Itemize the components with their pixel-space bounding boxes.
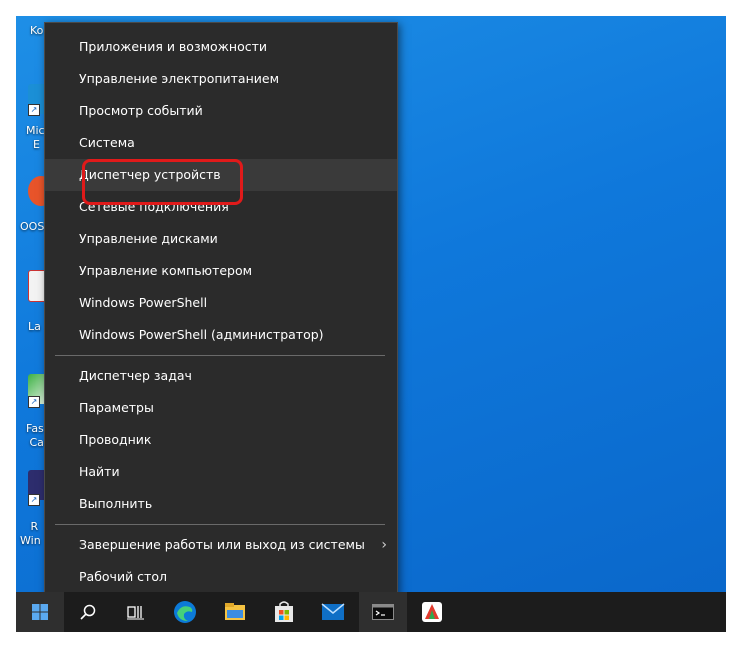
mail-button[interactable] [309,592,357,632]
menu-item-apps-features[interactable]: Приложения и возможности [45,31,397,63]
start-button[interactable] [16,592,64,632]
desktop-icon-label: OOS [20,220,45,233]
menu-item-system[interactable]: Система [45,127,397,159]
menu-item-event-viewer[interactable]: Просмотр событий [45,95,397,127]
search-icon [80,604,96,620]
winx-context-menu: Приложения и возможности Управление элек… [44,22,398,602]
edge-icon [174,601,196,623]
menu-item-search[interactable]: Найти [45,456,397,488]
task-view-icon [127,606,144,620]
terminal-button[interactable] [359,592,407,632]
menu-item-task-manager[interactable]: Диспетчер задач [45,360,397,392]
search-button[interactable] [64,592,112,632]
menu-item-file-explorer[interactable]: Проводник [45,424,397,456]
menu-item-desktop[interactable]: Рабочий стол [45,561,397,593]
desktop-icon-label: La [28,320,41,333]
store-icon [275,601,293,622]
menu-item-settings[interactable]: Параметры [45,392,397,424]
task-view-button[interactable] [112,592,160,632]
start-icon [32,604,48,620]
shortcut-arrow-icon: ↗ [28,396,40,408]
desktop: Ko ↗ Mic E OOS La ↗ Fas Ca ↗ R Win Прилож… [16,16,726,632]
menu-item-device-manager[interactable]: Диспетчер устройств [45,159,397,191]
file-explorer-icon [225,603,245,620]
app-taskbar-button[interactable] [408,592,456,632]
taskbar [16,592,726,632]
shortcut-arrow-icon: ↗ [28,104,40,116]
menu-item-powershell[interactable]: Windows PowerShell [45,287,397,319]
terminal-icon [372,604,394,620]
menu-item-computer-management[interactable]: Управление компьютером [45,255,397,287]
edge-taskbar-button[interactable] [161,592,209,632]
menu-separator [55,524,385,525]
store-button[interactable] [260,592,308,632]
file-explorer-button[interactable] [211,592,259,632]
menu-separator [55,355,385,356]
menu-item-shutdown-signout[interactable]: Завершение работы или выход из системы › [45,529,397,561]
menu-item-run[interactable]: Выполнить [45,488,397,520]
desktop-icon-label: R Win [20,520,41,547]
menu-item-label: Завершение работы или выход из системы [79,537,365,552]
desktop-icon-label: Fas Ca [26,422,44,449]
menu-item-disk-management[interactable]: Управление дисками [45,223,397,255]
app-icon [422,602,442,622]
desktop-icon-label: Mic E [26,124,45,151]
menu-item-network-connections[interactable]: Сетевые подключения [45,191,397,223]
shortcut-arrow-icon: ↗ [28,494,40,506]
chevron-right-icon: › [381,537,387,553]
desktop-icon-label: Ko [30,24,44,37]
menu-item-powershell-admin[interactable]: Windows PowerShell (администратор) [45,319,397,351]
menu-item-power-options[interactable]: Управление электропитанием [45,63,397,95]
mail-icon [321,603,345,620]
